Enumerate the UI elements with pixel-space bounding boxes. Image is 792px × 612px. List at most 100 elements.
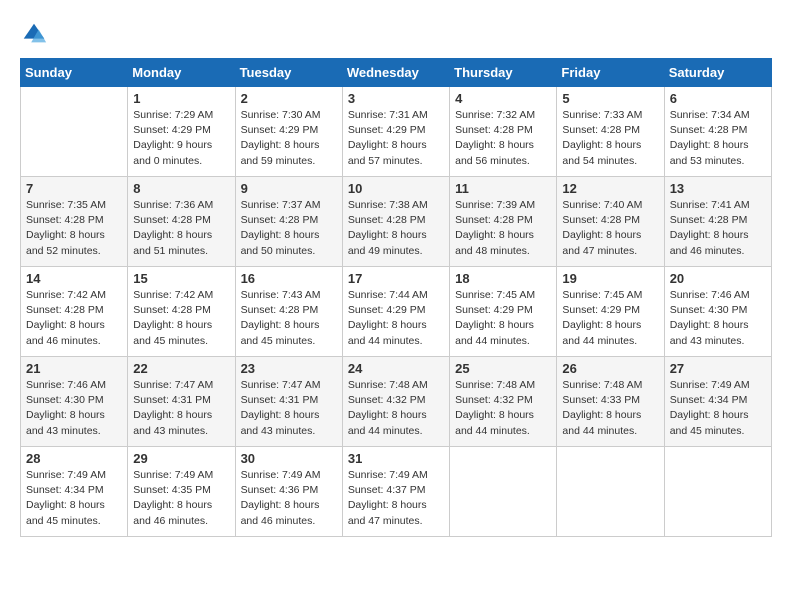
calendar-cell: 8 Sunrise: 7:36 AMSunset: 4:28 PMDaylight… [128, 177, 235, 267]
day-number: 16 [241, 271, 337, 286]
calendar-cell: 5 Sunrise: 7:33 AMSunset: 4:28 PMDaylight… [557, 87, 664, 177]
weekday-header-tuesday: Tuesday [235, 59, 342, 87]
day-info: Sunrise: 7:46 AMSunset: 4:30 PMDaylight:… [26, 378, 122, 439]
calendar-cell: 2 Sunrise: 7:30 AMSunset: 4:29 PMDaylight… [235, 87, 342, 177]
day-info: Sunrise: 7:30 AMSunset: 4:29 PMDaylight:… [241, 108, 337, 169]
day-info: Sunrise: 7:41 AMSunset: 4:28 PMDaylight:… [670, 198, 766, 259]
day-info: Sunrise: 7:48 AMSunset: 4:33 PMDaylight:… [562, 378, 658, 439]
calendar-cell: 30Sunrise: 7:49 AMSunset: 4:36 PMDayligh… [235, 447, 342, 537]
calendar-cell: 19 Sunrise: 7:45 AMSunset: 4:29 PMDayligh… [557, 267, 664, 357]
day-info: Sunrise: 7:45 AMSunset: 4:29 PMDaylight:… [455, 288, 551, 349]
day-number: 3 [348, 91, 444, 106]
weekday-header-row: SundayMondayTuesdayWednesdayThursdayFrid… [21, 59, 772, 87]
day-info: Sunrise: 7:33 AMSunset: 4:28 PMDaylight:… [562, 108, 658, 169]
calendar-cell: 27 Sunrise: 7:49 AMSunset: 4:34 PMDayligh… [664, 357, 771, 447]
calendar-cell: 15 Sunrise: 7:42 AMSunset: 4:28 PMDayligh… [128, 267, 235, 357]
calendar-cell: 22 Sunrise: 7:47 AMSunset: 4:31 PMDayligh… [128, 357, 235, 447]
day-number: 1 [133, 91, 229, 106]
calendar-cell [557, 447, 664, 537]
day-number: 28 [26, 451, 122, 466]
day-number: 25 [455, 361, 551, 376]
day-number: 6 [670, 91, 766, 106]
day-number: 23 [241, 361, 337, 376]
day-number: 19 [562, 271, 658, 286]
calendar-cell: 6 Sunrise: 7:34 AMSunset: 4:28 PMDaylight… [664, 87, 771, 177]
calendar-cell: 14Sunrise: 7:42 AMSunset: 4:28 PMDayligh… [21, 267, 128, 357]
calendar-table: SundayMondayTuesdayWednesdayThursdayFrid… [20, 58, 772, 537]
weekday-header-wednesday: Wednesday [342, 59, 449, 87]
day-info: Sunrise: 7:47 AMSunset: 4:31 PMDaylight:… [241, 378, 337, 439]
day-number: 10 [348, 181, 444, 196]
weekday-header-monday: Monday [128, 59, 235, 87]
calendar-cell: 20Sunrise: 7:46 AMSunset: 4:30 PMDayligh… [664, 267, 771, 357]
calendar-week-3: 14Sunrise: 7:42 AMSunset: 4:28 PMDayligh… [21, 267, 772, 357]
day-number: 8 [133, 181, 229, 196]
day-number: 24 [348, 361, 444, 376]
weekday-header-thursday: Thursday [450, 59, 557, 87]
day-info: Sunrise: 7:45 AMSunset: 4:29 PMDaylight:… [562, 288, 658, 349]
calendar-cell: 26 Sunrise: 7:48 AMSunset: 4:33 PMDayligh… [557, 357, 664, 447]
calendar-cell: 9 Sunrise: 7:37 AMSunset: 4:28 PMDaylight… [235, 177, 342, 267]
day-info: Sunrise: 7:34 AMSunset: 4:28 PMDaylight:… [670, 108, 766, 169]
calendar-cell: 24Sunrise: 7:48 AMSunset: 4:32 PMDayligh… [342, 357, 449, 447]
page-header [20, 20, 772, 48]
day-number: 4 [455, 91, 551, 106]
calendar-week-4: 21 Sunrise: 7:46 AMSunset: 4:30 PMDayligh… [21, 357, 772, 447]
calendar-cell: 12 Sunrise: 7:40 AMSunset: 4:28 PMDayligh… [557, 177, 664, 267]
day-number: 13 [670, 181, 766, 196]
day-info: Sunrise: 7:49 AMSunset: 4:34 PMDaylight:… [26, 468, 122, 529]
day-info: Sunrise: 7:42 AMSunset: 4:28 PMDaylight:… [26, 288, 122, 349]
calendar-cell: 3 Sunrise: 7:31 AMSunset: 4:29 PMDaylight… [342, 87, 449, 177]
day-info: Sunrise: 7:48 AMSunset: 4:32 PMDaylight:… [455, 378, 551, 439]
day-number: 7 [26, 181, 122, 196]
day-number: 26 [562, 361, 658, 376]
calendar-week-2: 7Sunrise: 7:35 AMSunset: 4:28 PMDaylight… [21, 177, 772, 267]
calendar-week-5: 28 Sunrise: 7:49 AMSunset: 4:34 PMDayligh… [21, 447, 772, 537]
calendar-cell: 21 Sunrise: 7:46 AMSunset: 4:30 PMDayligh… [21, 357, 128, 447]
day-number: 29 [133, 451, 229, 466]
day-info: Sunrise: 7:44 AMSunset: 4:29 PMDaylight:… [348, 288, 444, 349]
weekday-header-saturday: Saturday [664, 59, 771, 87]
calendar-cell: 23 Sunrise: 7:47 AMSunset: 4:31 PMDayligh… [235, 357, 342, 447]
day-number: 21 [26, 361, 122, 376]
day-number: 31 [348, 451, 444, 466]
day-number: 11 [455, 181, 551, 196]
calendar-cell: 18 Sunrise: 7:45 AMSunset: 4:29 PMDayligh… [450, 267, 557, 357]
calendar-cell: 4Sunrise: 7:32 AMSunset: 4:28 PMDaylight… [450, 87, 557, 177]
day-info: Sunrise: 7:36 AMSunset: 4:28 PMDaylight:… [133, 198, 229, 259]
calendar-cell: 25 Sunrise: 7:48 AMSunset: 4:32 PMDayligh… [450, 357, 557, 447]
calendar-cell: 10 Sunrise: 7:38 AMSunset: 4:28 PMDayligh… [342, 177, 449, 267]
day-info: Sunrise: 7:31 AMSunset: 4:29 PMDaylight:… [348, 108, 444, 169]
calendar-cell: 16 Sunrise: 7:43 AMSunset: 4:28 PMDayligh… [235, 267, 342, 357]
day-info: Sunrise: 7:49 AMSunset: 4:34 PMDaylight:… [670, 378, 766, 439]
day-info: Sunrise: 7:49 AMSunset: 4:37 PMDaylight:… [348, 468, 444, 529]
day-number: 5 [562, 91, 658, 106]
day-number: 15 [133, 271, 229, 286]
calendar-cell: 7Sunrise: 7:35 AMSunset: 4:28 PMDaylight… [21, 177, 128, 267]
calendar-cell: 13 Sunrise: 7:41 AMSunset: 4:28 PMDayligh… [664, 177, 771, 267]
day-info: Sunrise: 7:47 AMSunset: 4:31 PMDaylight:… [133, 378, 229, 439]
day-number: 9 [241, 181, 337, 196]
day-info: Sunrise: 7:40 AMSunset: 4:28 PMDaylight:… [562, 198, 658, 259]
day-info: Sunrise: 7:29 AMSunset: 4:29 PMDaylight:… [133, 108, 229, 169]
day-number: 2 [241, 91, 337, 106]
calendar-cell: 29Sunrise: 7:49 AMSunset: 4:35 PMDayligh… [128, 447, 235, 537]
day-info: Sunrise: 7:38 AMSunset: 4:28 PMDaylight:… [348, 198, 444, 259]
calendar-week-1: 1 Sunrise: 7:29 AMSunset: 4:29 PMDaylight… [21, 87, 772, 177]
calendar-cell: 17Sunrise: 7:44 AMSunset: 4:29 PMDayligh… [342, 267, 449, 357]
day-info: Sunrise: 7:39 AMSunset: 4:28 PMDaylight:… [455, 198, 551, 259]
day-number: 18 [455, 271, 551, 286]
day-info: Sunrise: 7:42 AMSunset: 4:28 PMDaylight:… [133, 288, 229, 349]
calendar-cell: 11 Sunrise: 7:39 AMSunset: 4:28 PMDayligh… [450, 177, 557, 267]
day-number: 30 [241, 451, 337, 466]
day-info: Sunrise: 7:37 AMSunset: 4:28 PMDaylight:… [241, 198, 337, 259]
calendar-cell [21, 87, 128, 177]
day-number: 12 [562, 181, 658, 196]
calendar-cell: 1 Sunrise: 7:29 AMSunset: 4:29 PMDaylight… [128, 87, 235, 177]
day-number: 22 [133, 361, 229, 376]
day-info: Sunrise: 7:43 AMSunset: 4:28 PMDaylight:… [241, 288, 337, 349]
day-number: 27 [670, 361, 766, 376]
logo [20, 20, 52, 48]
weekday-header-friday: Friday [557, 59, 664, 87]
calendar-cell: 28 Sunrise: 7:49 AMSunset: 4:34 PMDayligh… [21, 447, 128, 537]
